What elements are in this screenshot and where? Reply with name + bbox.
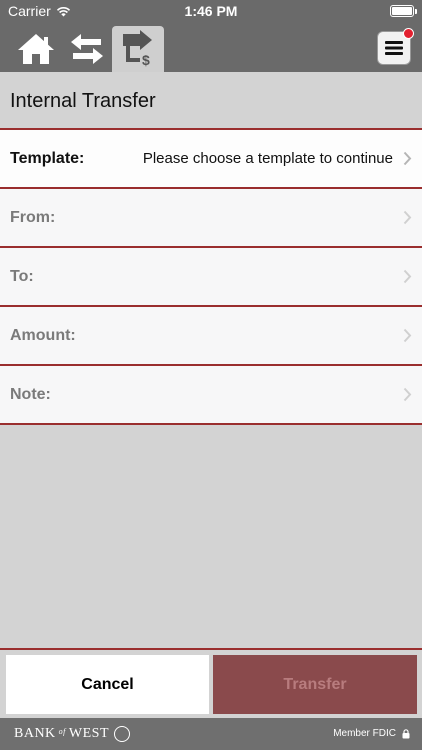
template-label: Template: [10, 149, 85, 167]
to-label: To: [10, 267, 34, 285]
top-navigation: $ [0, 22, 422, 72]
battery-icon [390, 5, 417, 17]
home-icon [18, 34, 54, 64]
note-row[interactable]: Note: [0, 366, 422, 425]
template-row[interactable]: Template: Please choose a template to co… [0, 130, 422, 189]
chevron-right-icon [403, 210, 412, 225]
chevron-right-icon [403, 328, 412, 343]
template-value: Please choose a template to continue [142, 150, 393, 167]
notification-badge [403, 28, 414, 39]
amount-label: Amount: [10, 326, 76, 344]
swap-arrows-icon [71, 34, 103, 64]
chevron-right-icon [403, 269, 412, 284]
clock: 1:46 PM [184, 3, 238, 19]
transfer-tab-button[interactable]: $ [112, 26, 164, 72]
footer: BANK of WEST Member FDIC [0, 718, 422, 750]
home-button[interactable] [11, 26, 61, 72]
logo-seal-icon [114, 726, 131, 742]
action-bar: Cancel Transfer [0, 648, 422, 718]
logo-of-text: of [58, 726, 66, 736]
logo-west-text: WEST [68, 726, 110, 741]
fdic-label: Member FDIC [333, 728, 396, 739]
fdic-notice: Member FDIC [333, 728, 410, 739]
lock-icon [402, 728, 410, 738]
to-row[interactable]: To: [0, 248, 422, 307]
transfer-money-icon: $ [123, 30, 152, 68]
cancel-button[interactable]: Cancel [6, 655, 209, 714]
menu-button[interactable] [377, 28, 414, 65]
from-label: From: [10, 208, 56, 226]
status-bar: Carrier 1:46 PM [0, 0, 422, 22]
from-row[interactable]: From: [0, 189, 422, 248]
swap-button[interactable] [62, 26, 112, 72]
transfer-form: Template: Please choose a template to co… [0, 130, 422, 425]
logo-bank-text: BANK [14, 726, 56, 741]
transfer-button[interactable]: Transfer [213, 655, 417, 714]
title-bar: Internal Transfer [0, 72, 422, 130]
hamburger-menu-icon [385, 41, 403, 55]
note-label: Note: [10, 385, 51, 403]
chevron-right-icon [403, 151, 412, 166]
page-title: Internal Transfer [10, 90, 156, 112]
chevron-right-icon [403, 387, 412, 402]
bank-of-the-west-logo: BANK of WEST [14, 726, 131, 742]
svg-text:$: $ [142, 52, 150, 68]
amount-row[interactable]: Amount: [0, 307, 422, 366]
